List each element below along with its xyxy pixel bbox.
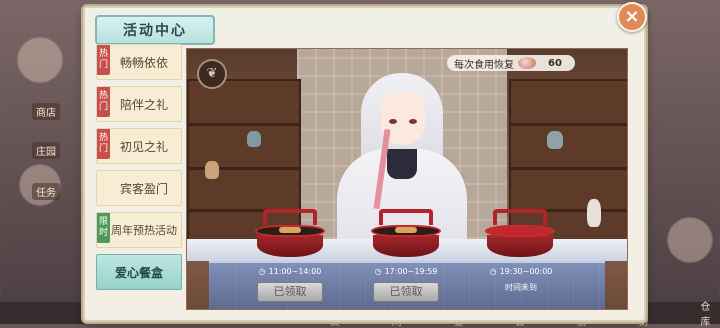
time-slot-3: ◷ 19:30~00:00 时间未到 — [475, 267, 567, 293]
sidebar-item-label: 周年预热活动 — [111, 224, 177, 237]
sidebar-item-guests[interactable]: 宾客盈门 — [96, 170, 182, 206]
lunchbox-claimed-2[interactable] — [371, 209, 441, 257]
sidebar-item-anniversary[interactable]: 限时 周年预热活动 — [96, 212, 182, 248]
food-restore-label: 每次食用恢复 — [454, 59, 514, 71]
bg-manor-label: 庄园 — [32, 142, 60, 159]
lunchbox-closed[interactable] — [485, 209, 555, 257]
vase — [547, 131, 563, 149]
sidebar-item-label: 宾客盈门 — [119, 181, 168, 196]
sidebar-item-label: 陪伴之礼 — [119, 97, 168, 112]
vase — [247, 131, 261, 147]
slot-time: 17:00~19:59 — [384, 267, 438, 276]
time-slot-1: ◷ 11:00~14:00 已领取 — [244, 267, 336, 302]
slot-status: 时间未到 — [505, 283, 537, 292]
close-button[interactable]: × — [617, 2, 647, 32]
character-eye — [389, 119, 397, 124]
food-restore-value: 60 — [548, 57, 562, 69]
sidebar-item-label: 爱心餐盒 — [114, 265, 163, 280]
bg-shop-label: 商店 — [32, 103, 60, 120]
time-slot-2: ◷ 17:00~19:59 已领取 — [360, 267, 452, 302]
food-restore-bar: 每次食用恢复 60 — [447, 55, 575, 71]
sidebar-item-first-meet-gift[interactable]: 热门 初见之礼 — [96, 128, 182, 164]
hot-tag: 热门 — [97, 45, 110, 75]
slot-time: 19:30~00:00 — [499, 267, 553, 276]
claimed-button[interactable]: 已领取 — [373, 282, 439, 302]
lunchbox-scene: ❦ 每次食用恢复 60 ◷ 11:00~14:00 已领取 ◷ 17:00~19:5… — [186, 48, 628, 310]
bg-task-label: 任务 — [32, 183, 60, 200]
lunchbox-claimed-1[interactable] — [255, 209, 325, 257]
limited-tag: 限时 — [97, 213, 110, 243]
hot-tag: 热门 — [97, 129, 110, 159]
clock-icon: ◷ — [374, 267, 382, 276]
slot-time: 11:00~14:00 — [268, 267, 322, 276]
sidebar-item-label: 畅畅依依 — [119, 55, 168, 70]
sidebar-item-companion-gift[interactable]: 热门 陪伴之礼 — [96, 86, 182, 122]
close-icon: × — [624, 6, 640, 27]
clock-icon: ◷ — [489, 267, 497, 276]
modal-title: 活动中心 — [95, 15, 215, 45]
hot-tag: 热门 — [97, 87, 110, 117]
character-collar — [387, 149, 417, 179]
clock-icon: ◷ — [258, 267, 266, 276]
activity-sidebar: 热门 畅畅依依 热门 陪伴之礼 热门 初见之礼 宾客盈门 限时 周年预热活动 爱… — [96, 44, 182, 296]
sidebar-item-changchang[interactable]: 热门 畅畅依依 — [96, 44, 182, 80]
wreath-icon: ❦ — [197, 59, 227, 89]
meat-icon — [518, 57, 536, 69]
claimed-button[interactable]: 已领取 — [257, 282, 323, 302]
vase — [205, 161, 219, 179]
vase — [587, 199, 601, 227]
sidebar-item-love-lunchbox[interactable]: 爱心餐盒 — [96, 254, 182, 290]
sidebar-item-label: 初见之礼 — [119, 139, 168, 154]
character-eye — [409, 119, 417, 124]
